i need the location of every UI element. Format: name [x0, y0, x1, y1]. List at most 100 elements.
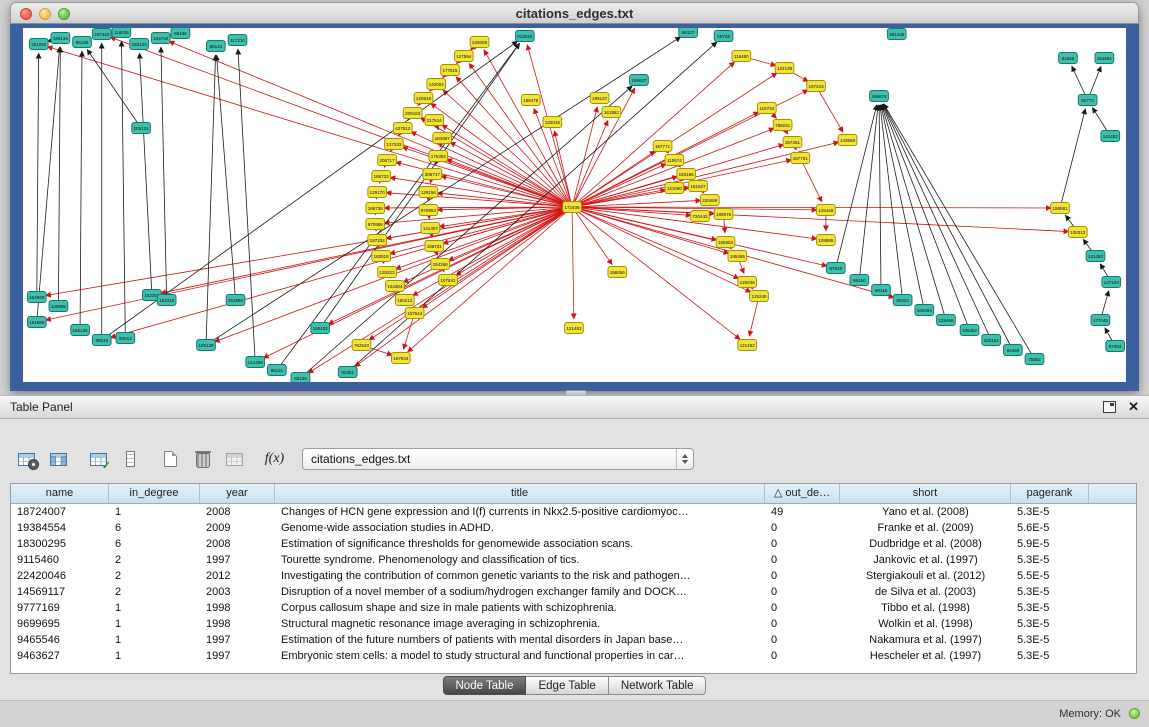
graph-node[interactable]: 970953	[419, 205, 438, 216]
graph-node[interactable]: 92450	[1003, 345, 1022, 356]
table-cell[interactable]: Wolkin et al. (1998)	[840, 616, 1011, 632]
tab-network-table[interactable]: Network Table	[609, 676, 707, 695]
table-cell[interactable]: 5.3E-5	[1011, 648, 1089, 664]
table-row[interactable]: 969969511998Structural magnetic resonanc…	[11, 616, 1136, 632]
graph-node[interactable]: 177515	[441, 65, 460, 76]
table-cell[interactable]: 5.3E-5	[1011, 616, 1089, 632]
table-cell[interactable]: Estimation of significance thresholds fo…	[275, 536, 765, 552]
table-cell[interactable]: 2008	[200, 536, 275, 552]
graph-node[interactable]: 141453	[1086, 251, 1105, 262]
graph-node[interactable]: 161952	[602, 107, 621, 118]
column-header-in_degree[interactable]: in_degree	[109, 484, 200, 503]
graph-node[interactable]: 92451	[338, 367, 357, 378]
graph-node[interactable]: 185975	[714, 209, 733, 220]
graph-node[interactable]: 209183	[403, 108, 422, 119]
graph-edge[interactable]	[140, 53, 152, 295]
table-cell[interactable]: 2008	[200, 504, 275, 520]
graph-node[interactable]: 122139	[775, 63, 794, 74]
graph-edge[interactable]	[572, 207, 574, 319]
graph-node[interactable]: 67919	[826, 263, 845, 274]
graph-node[interactable]: 197343	[807, 81, 826, 92]
graph-node[interactable]: 151591	[1095, 53, 1114, 64]
table-cell[interactable]: 5.3E-5	[1011, 504, 1089, 520]
graph-node[interactable]: 157451	[783, 137, 802, 148]
graph-node[interactable]: 220486	[700, 195, 719, 206]
graph-node[interactable]: 120918	[414, 93, 433, 104]
dropdown-stepper-icon[interactable]	[676, 449, 693, 469]
graph-node[interactable]: 161627	[689, 181, 708, 192]
graph-node[interactable]: 115480	[732, 51, 751, 62]
table-cell[interactable]: Tibbo et al. (1998)	[840, 600, 1011, 616]
table-row[interactable]: 977716911998Corpus callosum shape and si…	[11, 600, 1136, 616]
memory-status-dot[interactable]	[1129, 708, 1140, 719]
graph-edge[interactable]	[882, 105, 946, 320]
graph-edge[interactable]	[169, 41, 572, 207]
graph-node[interactable]: 127103	[1102, 277, 1121, 288]
window-titlebar[interactable]: citations_edges.txt	[10, 2, 1139, 24]
graph-node[interactable]: 186736	[366, 203, 385, 214]
graph-node[interactable]: 193186	[677, 169, 696, 180]
table-cell[interactable]: 18724007	[11, 504, 109, 520]
table-cell[interactable]: 9699695	[11, 616, 109, 632]
graph-edge[interactable]	[320, 43, 520, 328]
table-cell[interactable]: 5.6E-5	[1011, 520, 1089, 536]
show-columns-button[interactable]	[44, 446, 73, 473]
graph-edge[interactable]	[37, 53, 39, 297]
graph-edge[interactable]	[836, 105, 877, 268]
graph-node[interactable]: 141459	[246, 357, 265, 368]
table-cell[interactable]: 22420046	[11, 568, 109, 584]
graph-node[interactable]: 95130	[73, 37, 92, 48]
graph-node[interactable]: 121481	[565, 323, 584, 334]
float-panel-icon[interactable]	[1103, 401, 1116, 413]
graph-node[interactable]: 281436	[887, 29, 906, 40]
graph-node[interactable]: 196137	[590, 93, 609, 104]
graph-node[interactable]: 142004	[427, 79, 446, 90]
graph-node[interactable]: 185478	[521, 95, 540, 106]
tab-edge-table[interactable]: Edge Table	[526, 676, 608, 695]
table-cell[interactable]: 0	[765, 600, 840, 616]
table-cell[interactable]: 9463627	[11, 648, 109, 664]
table-row[interactable]: 946362711997Embryonic stem cells: a mode…	[11, 648, 1136, 664]
table-cell[interactable]: 0	[765, 536, 840, 552]
table-cell[interactable]: 2	[109, 568, 200, 584]
table-row[interactable]: 1830029562008Estimation of significance …	[11, 536, 1136, 552]
table-cell[interactable]: 14569117	[11, 584, 109, 600]
graph-node[interactable]: 166874	[870, 91, 889, 102]
graph-node[interactable]: 175304	[429, 151, 448, 162]
graph-edge[interactable]	[47, 47, 572, 207]
close-window-button[interactable]	[20, 8, 32, 20]
graph-edge[interactable]	[572, 120, 608, 207]
graph-node[interactable]: 167841	[439, 275, 458, 286]
table-cell[interactable]: 9465546	[11, 632, 109, 648]
graph-node[interactable]: 167771	[653, 141, 672, 152]
graph-node[interactable]: 125245	[750, 291, 769, 302]
graph-node[interactable]: 150212	[395, 295, 414, 306]
graph-node[interactable]: 98116	[872, 285, 891, 296]
table-cell[interactable]: 5.5E-5	[1011, 568, 1089, 584]
table-cell[interactable]: 2012	[200, 568, 275, 584]
graph-node[interactable]: 158456	[608, 267, 627, 278]
delete-column-button[interactable]	[188, 446, 217, 473]
graph-edge[interactable]	[206, 55, 216, 345]
zoom-window-button[interactable]	[58, 8, 70, 20]
minimize-window-button[interactable]	[39, 8, 51, 20]
column-header-pagerank[interactable]: pagerank	[1011, 484, 1089, 503]
graph-node[interactable]: 185462	[960, 325, 979, 336]
graph-node[interactable]: 155136	[71, 325, 90, 336]
graph-node[interactable]: 95136	[171, 28, 190, 39]
table-cell[interactable]: 18300295	[11, 536, 109, 552]
table-cell[interactable]: 0	[765, 552, 840, 568]
table-cell[interactable]: 0	[765, 616, 840, 632]
table-cell[interactable]: 1	[109, 648, 200, 664]
graph-edge[interactable]	[161, 47, 167, 300]
row-height-button[interactable]	[116, 446, 145, 473]
column-header-short[interactable]: short	[840, 484, 1011, 503]
graph-node[interactable]: 86150	[850, 275, 869, 286]
graph-node[interactable]: 184387	[433, 133, 452, 144]
graph-edge[interactable]	[58, 47, 60, 306]
table-cell[interactable]: 5.9E-5	[1011, 536, 1089, 552]
tab-node-table[interactable]: Node Table	[443, 676, 527, 695]
table-cell[interactable]: 5.3E-5	[1011, 552, 1089, 568]
graph-node[interactable]: 785031	[773, 120, 792, 131]
table-cell[interactable]: Structural magnetic resonance image aver…	[275, 616, 765, 632]
